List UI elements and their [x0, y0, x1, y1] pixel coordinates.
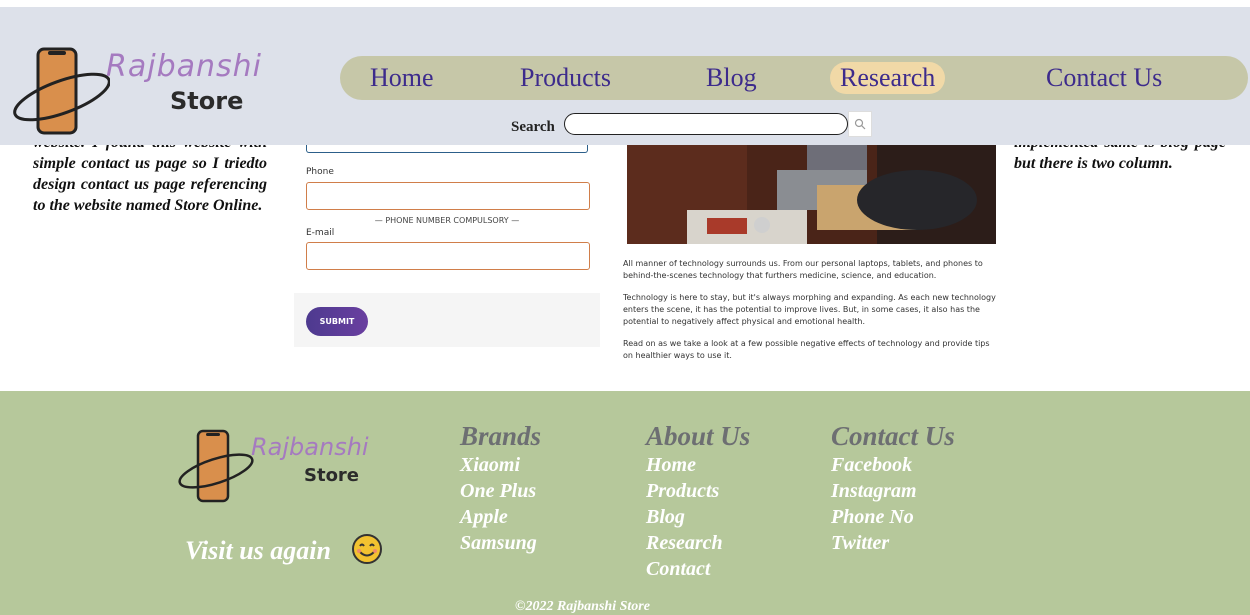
nav-contact-us[interactable]: Contact Us: [1036, 62, 1172, 94]
article-text: All manner of technology surrounds us. F…: [623, 258, 998, 372]
search-button[interactable]: [848, 111, 872, 137]
footer-link-facebook[interactable]: Facebook: [831, 452, 955, 478]
footer-link-twitter[interactable]: Twitter: [831, 530, 955, 556]
logo-text-line2: Store: [170, 87, 244, 115]
logo-text-line1: Rajbanshi: [106, 49, 262, 84]
footer-link-oneplus[interactable]: One Plus: [460, 478, 541, 504]
footer-column-brands: Brands Xiaomi One Plus Apple Samsung: [460, 421, 541, 556]
nav-research[interactable]: Research: [830, 62, 946, 94]
footer-column-title: Brands: [460, 421, 542, 451]
footer-link-blog[interactable]: Blog: [646, 504, 750, 530]
search-label: Search: [511, 119, 555, 135]
search-icon: [854, 118, 866, 130]
email-field[interactable]: [306, 242, 590, 270]
footer-link-research[interactable]: Research: [646, 530, 750, 556]
phone-label: Phone: [306, 167, 334, 177]
site-footer: Rajbanshi Store Visit us again Brands Xi…: [0, 391, 1250, 615]
phone-field[interactable]: [306, 182, 590, 210]
contact-form: Phone — PHONE NUMBER COMPULSORY — E-mail…: [294, 130, 600, 347]
visit-text: Visit us again: [185, 536, 331, 565]
footer-link-instagram[interactable]: Instagram: [831, 478, 955, 504]
footer-link-xiaomi[interactable]: Xiaomi: [460, 452, 541, 478]
footer-link-apple[interactable]: Apple: [460, 504, 541, 530]
footer-link-phone[interactable]: Phone No: [831, 504, 955, 530]
footer-link-home[interactable]: Home: [646, 452, 750, 478]
nav-blog[interactable]: Blog: [696, 62, 767, 94]
search-input[interactable]: [564, 113, 848, 135]
store-logo[interactable]: Rajbanshi Store: [10, 45, 280, 145]
copyright-text: ©2022 Rajbanshi Store: [515, 599, 650, 614]
site-header: Rajbanshi Store Home Products Blog Resea…: [0, 7, 1250, 145]
main-nav: Home Products Blog Research Contact Us: [340, 56, 1248, 100]
article-paragraph: All manner of technology surrounds us. F…: [623, 259, 983, 280]
laptop-person-image: [627, 140, 996, 244]
smiley-icon: [352, 534, 382, 564]
footer-logo-text-line2: Store: [304, 465, 360, 486]
footer-column-about: About Us Home Products Blog Research Con…: [646, 421, 750, 582]
footer-column-contact: Contact Us Facebook Instagram Phone No T…: [831, 421, 955, 556]
nav-home[interactable]: Home: [360, 62, 444, 94]
phone-logo-icon: [13, 47, 110, 135]
submit-area: SUBMIT: [294, 293, 600, 347]
footer-column-title: Contact Us: [831, 421, 955, 451]
footer-logo[interactable]: Rajbanshi Store: [176, 427, 386, 517]
phone-logo-icon: [178, 429, 254, 503]
email-label: E-mail: [306, 228, 335, 238]
footer-link-contact[interactable]: Contact: [646, 556, 750, 582]
footer-column-title: About Us: [646, 421, 751, 451]
footer-logo-text-line1: Rajbanshi: [251, 433, 369, 461]
article-image: [627, 140, 996, 244]
submit-button[interactable]: SUBMIT: [306, 307, 368, 336]
article-paragraph: Technology is here to stay, but it's alw…: [623, 293, 996, 326]
phone-note: — PHONE NUMBER COMPULSORY —: [374, 216, 520, 225]
nav-products[interactable]: Products: [510, 62, 621, 94]
article-paragraph: Read on as we take a look at a few possi…: [623, 339, 990, 360]
footer-link-products[interactable]: Products: [646, 478, 750, 504]
footer-link-samsung[interactable]: Samsung: [460, 530, 541, 556]
